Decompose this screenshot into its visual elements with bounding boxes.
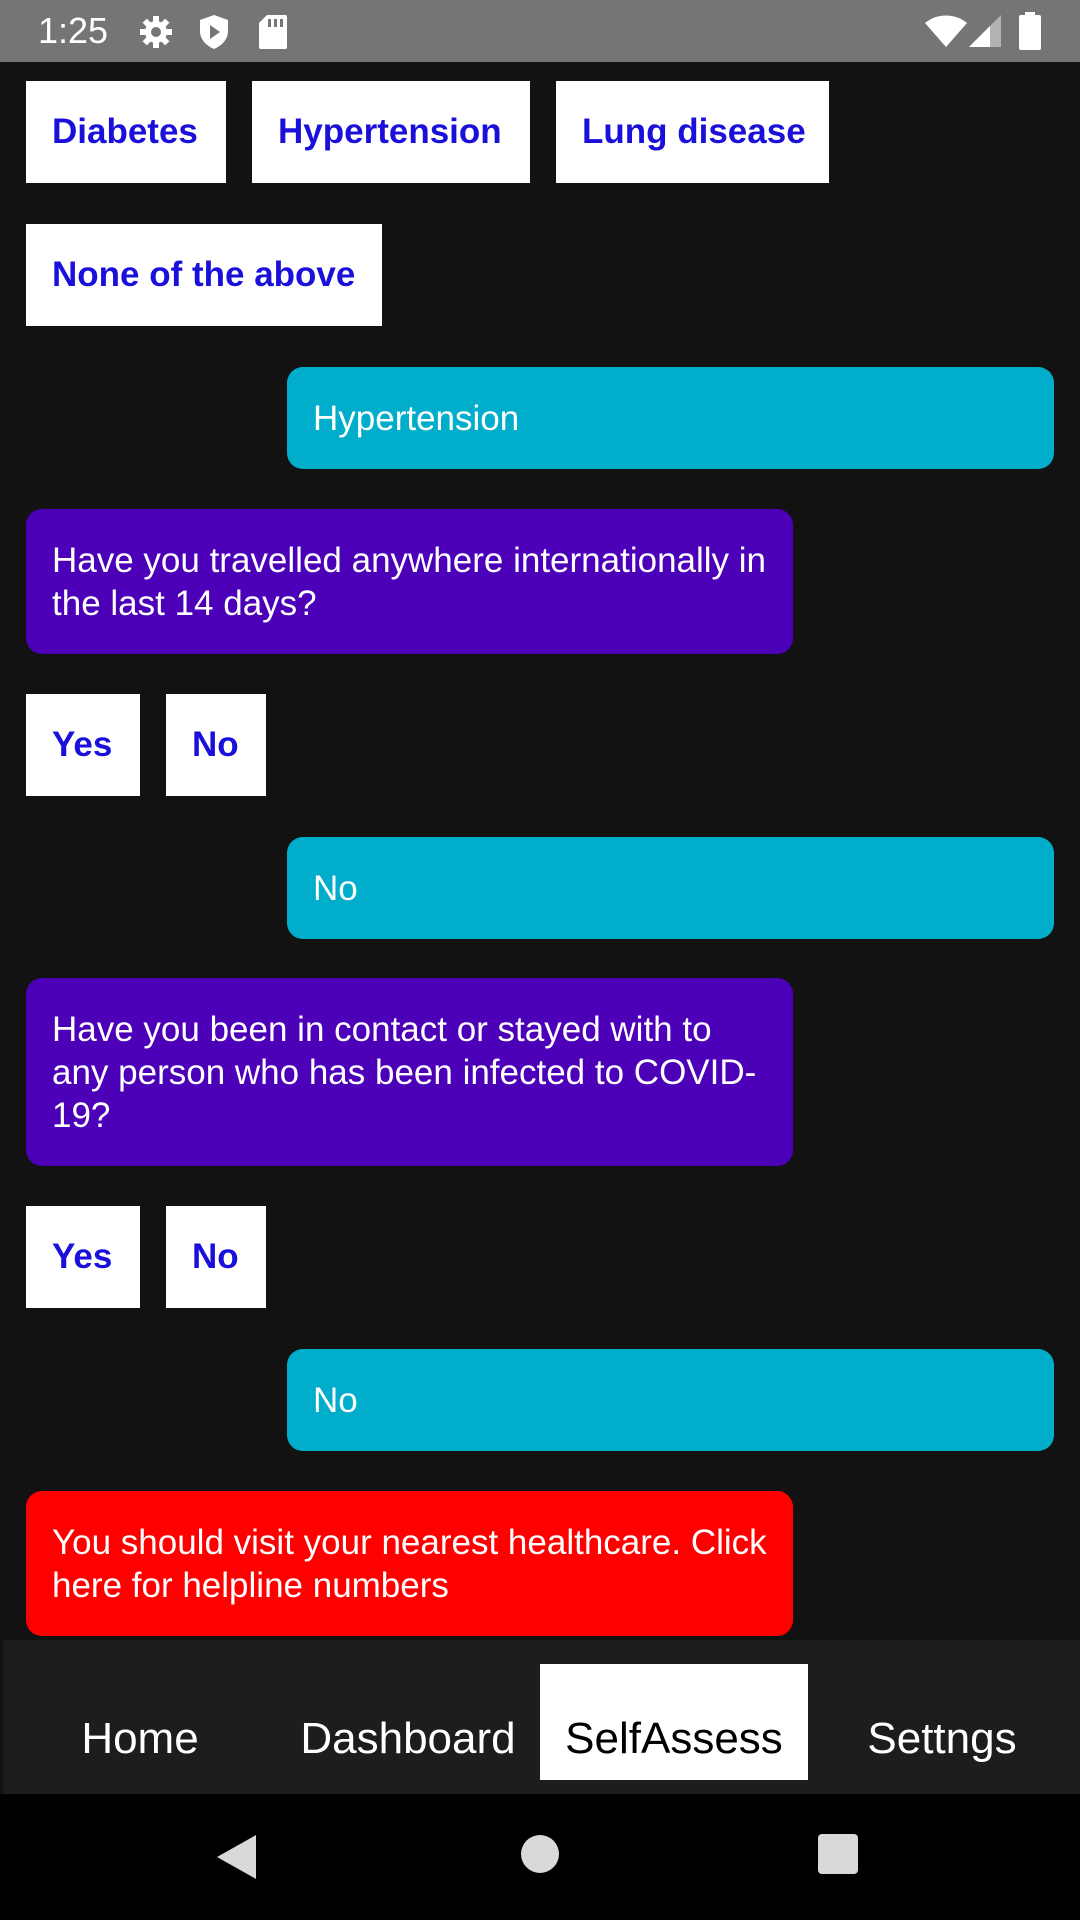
travel-yes-button[interactable]: Yes <box>26 694 140 796</box>
nav-home-tab[interactable]: Home <box>6 1664 274 1780</box>
user-answer-bubble: No <box>287 837 1054 939</box>
user-answer-bubble: No <box>287 1349 1054 1451</box>
sd-card-icon <box>258 14 288 55</box>
contact-no-button[interactable]: No <box>166 1206 266 1308</box>
option-lung-disease-button[interactable]: Lung disease <box>556 81 829 183</box>
gear-icon <box>138 14 174 55</box>
contact-yes-button[interactable]: Yes <box>26 1206 140 1308</box>
bottom-nav: Home Dashboard SelfAssess Settngs <box>3 1640 1080 1794</box>
system-nav-bar <box>0 1794 1080 1920</box>
status-time: 1:25 <box>38 10 109 51</box>
self-assess-chat[interactable]: Diabetes Hypertension Lung disease None … <box>0 62 1080 1640</box>
bot-question-bubble: Have you travelled anywhere internationa… <box>26 509 793 654</box>
cell-signal-icon <box>968 14 1002 53</box>
travel-no-button[interactable]: No <box>166 694 266 796</box>
home-circle-icon[interactable] <box>520 1834 560 1879</box>
helpline-alert-bubble[interactable]: You should visit your nearest healthcare… <box>26 1491 793 1636</box>
status-bar: 1:25 <box>0 0 1080 62</box>
option-hypertension-button[interactable]: Hypertension <box>252 81 530 183</box>
bot-question-bubble: Have you been in contact or stayed with … <box>26 978 793 1166</box>
wifi-icon <box>924 14 968 53</box>
shield-icon <box>198 14 230 55</box>
nav-dashboard-tab[interactable]: Dashboard <box>274 1664 542 1780</box>
battery-icon <box>1018 12 1042 55</box>
option-diabetes-button[interactable]: Diabetes <box>26 81 226 183</box>
nav-settings-tab[interactable]: Settngs <box>808 1664 1076 1780</box>
option-none-button[interactable]: None of the above <box>26 224 382 326</box>
recents-square-icon[interactable] <box>818 1834 858 1879</box>
back-icon[interactable] <box>216 1834 258 1885</box>
nav-selfassess-tab[interactable]: SelfAssess <box>540 1664 808 1780</box>
user-answer-bubble: Hypertension <box>287 367 1054 469</box>
